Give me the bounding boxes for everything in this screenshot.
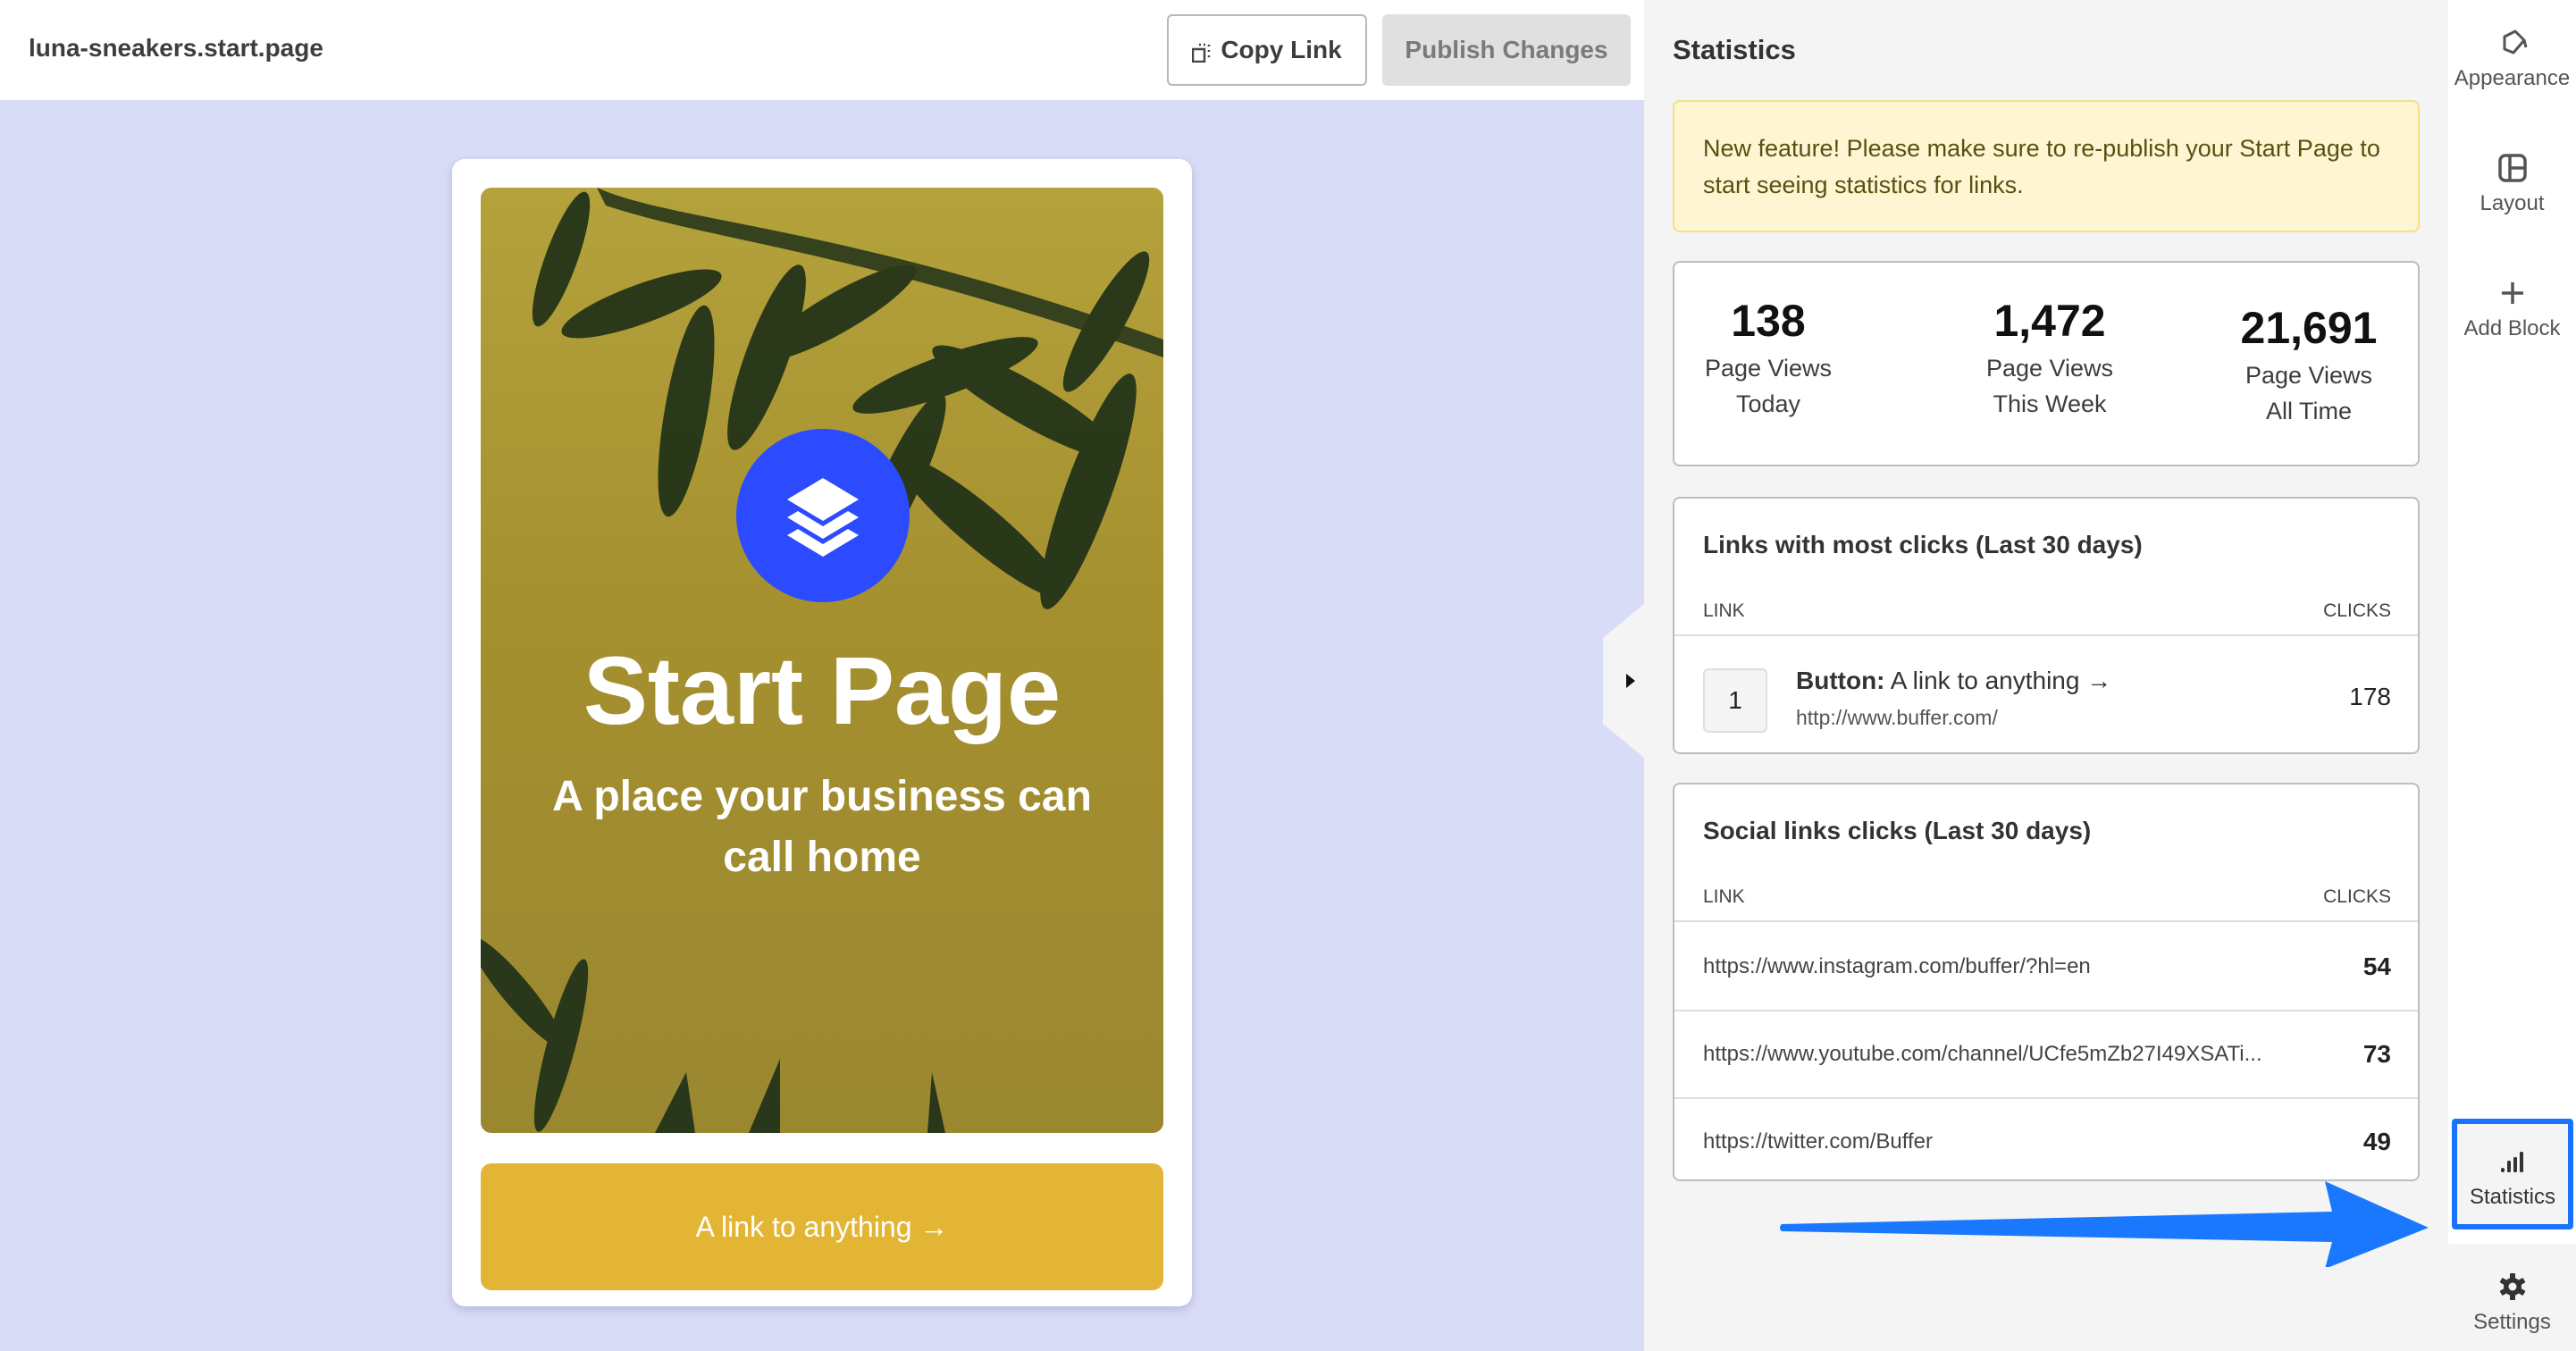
table-title: Links with most clicks (Last 30 days) xyxy=(1703,531,2143,558)
click-count: 178 xyxy=(2349,683,2391,710)
click-count: 54 xyxy=(2362,952,2391,980)
table-row: https://www.instagram.com/buffer/?hl=en … xyxy=(1674,924,2418,1011)
nav-label: Appearance xyxy=(2454,66,2571,90)
nav-label: Add Block xyxy=(2463,316,2561,340)
table-title: Social links clicks (Last 30 days) xyxy=(1703,817,2092,844)
social-url[interactable]: https://www.instagram.com/buffer/?hl=en xyxy=(1703,954,2091,979)
table-header: LINK CLICKS xyxy=(1674,590,2418,636)
site-name: luna-sneakers.start.page xyxy=(29,34,323,62)
stat-label: Page Views All Time xyxy=(2245,362,2373,424)
right-nav: Appearance Layout Add Block Statistics S… xyxy=(2448,0,2576,1351)
nav-layout[interactable]: Layout xyxy=(2448,125,2576,232)
nav-statistics[interactable]: Statistics xyxy=(2452,1119,2573,1229)
publish-changes-button[interactable]: Publish Changes xyxy=(1382,14,1631,86)
top-links-card: Links with most clicks (Last 30 days) LI… xyxy=(1673,497,2420,754)
start-page-editor: luna-sneakers.start.page Copy Link Publi… xyxy=(0,0,2576,1351)
page-views-all-time: 21,691 Page Views All Time xyxy=(2202,302,2416,429)
column-link: LINK xyxy=(1703,886,1745,907)
social-url[interactable]: https://www.youtube.com/channel/UCfe5mZb… xyxy=(1703,1042,2262,1067)
click-count: 73 xyxy=(2362,1040,2391,1068)
page-views-week: 1,472 Page Views This Week xyxy=(1942,295,2157,422)
annotation-arrow xyxy=(1780,1181,2429,1267)
stat-value: 1,472 xyxy=(1993,296,2106,346)
table-row: https://twitter.com/Buffer 49 xyxy=(1674,1099,2418,1187)
nav-label: Settings xyxy=(2473,1310,2551,1334)
table-row: 1 Button: A link to anything → http://ww… xyxy=(1674,638,2418,754)
statistics-panel: Statistics New feature! Please make sure… xyxy=(1644,0,2448,1351)
column-link: LINK xyxy=(1703,600,1745,621)
paint-bucket-icon xyxy=(2448,25,2576,61)
copy-link-label: Copy Link xyxy=(1221,36,1342,63)
nav-appearance[interactable]: Appearance xyxy=(2448,0,2576,107)
nav-label: Layout xyxy=(2480,191,2545,215)
stat-label: Page Views Today xyxy=(1704,355,1833,417)
column-clicks: CLICKS xyxy=(2323,886,2391,907)
bar-chart-icon xyxy=(2452,1144,2573,1179)
table-header: LINK CLICKS xyxy=(1674,876,2418,922)
preview-canvas: Start Page A place your business can cal… xyxy=(0,100,1644,1351)
layout-icon xyxy=(2448,150,2576,186)
rank-badge: 1 xyxy=(1703,668,1767,733)
plus-icon xyxy=(2448,275,2576,311)
top-bar: luna-sneakers.start.page Copy Link Publi… xyxy=(0,0,1644,100)
stat-label: Page Views This Week xyxy=(1985,355,2114,417)
buffer-logo xyxy=(736,429,910,602)
nav-label: Statistics xyxy=(2469,1185,2556,1209)
link-button-block[interactable]: A link to anything → xyxy=(481,1163,1163,1290)
social-links-card: Social links clicks (Last 30 days) LINK … xyxy=(1673,783,2420,1181)
hero-block[interactable]: Start Page A place your business can cal… xyxy=(481,188,1163,1133)
start-page-preview: Start Page A place your business can cal… xyxy=(452,159,1192,1306)
caret-right-icon xyxy=(1626,674,1635,688)
page-views-card: 138 Page Views Today 1,472 Page Views This… xyxy=(1673,261,2420,466)
copy-link-button[interactable]: Copy Link xyxy=(1167,14,1367,86)
nav-settings[interactable]: Settings xyxy=(2448,1244,2576,1351)
gear-icon xyxy=(2448,1269,2576,1305)
nav-add-block[interactable]: Add Block xyxy=(2448,250,2576,357)
click-count: 49 xyxy=(2362,1128,2391,1155)
new-feature-notice: New feature! Please make sure to re-publ… xyxy=(1673,100,2420,232)
copy-icon xyxy=(1192,40,1212,63)
link-title: Button: A link to anything → xyxy=(1796,667,2112,694)
column-clicks: CLICKS xyxy=(2323,600,2391,621)
stat-value: 21,691 xyxy=(2240,303,2378,353)
page-title: Start Page xyxy=(583,636,1061,744)
link-url[interactable]: http://www.buffer.com/ xyxy=(1796,706,1998,730)
page-subtitle: A place your business can call home xyxy=(552,773,1092,881)
stat-value: 138 xyxy=(1731,296,1806,346)
social-url[interactable]: https://twitter.com/Buffer xyxy=(1703,1129,1933,1154)
page-views-today: 138 Page Views Today xyxy=(1674,295,1862,422)
buffer-layers-icon xyxy=(787,478,859,557)
table-row: https://www.youtube.com/channel/UCfe5mZb… xyxy=(1674,1011,2418,1099)
panel-title: Statistics xyxy=(1673,34,1796,65)
